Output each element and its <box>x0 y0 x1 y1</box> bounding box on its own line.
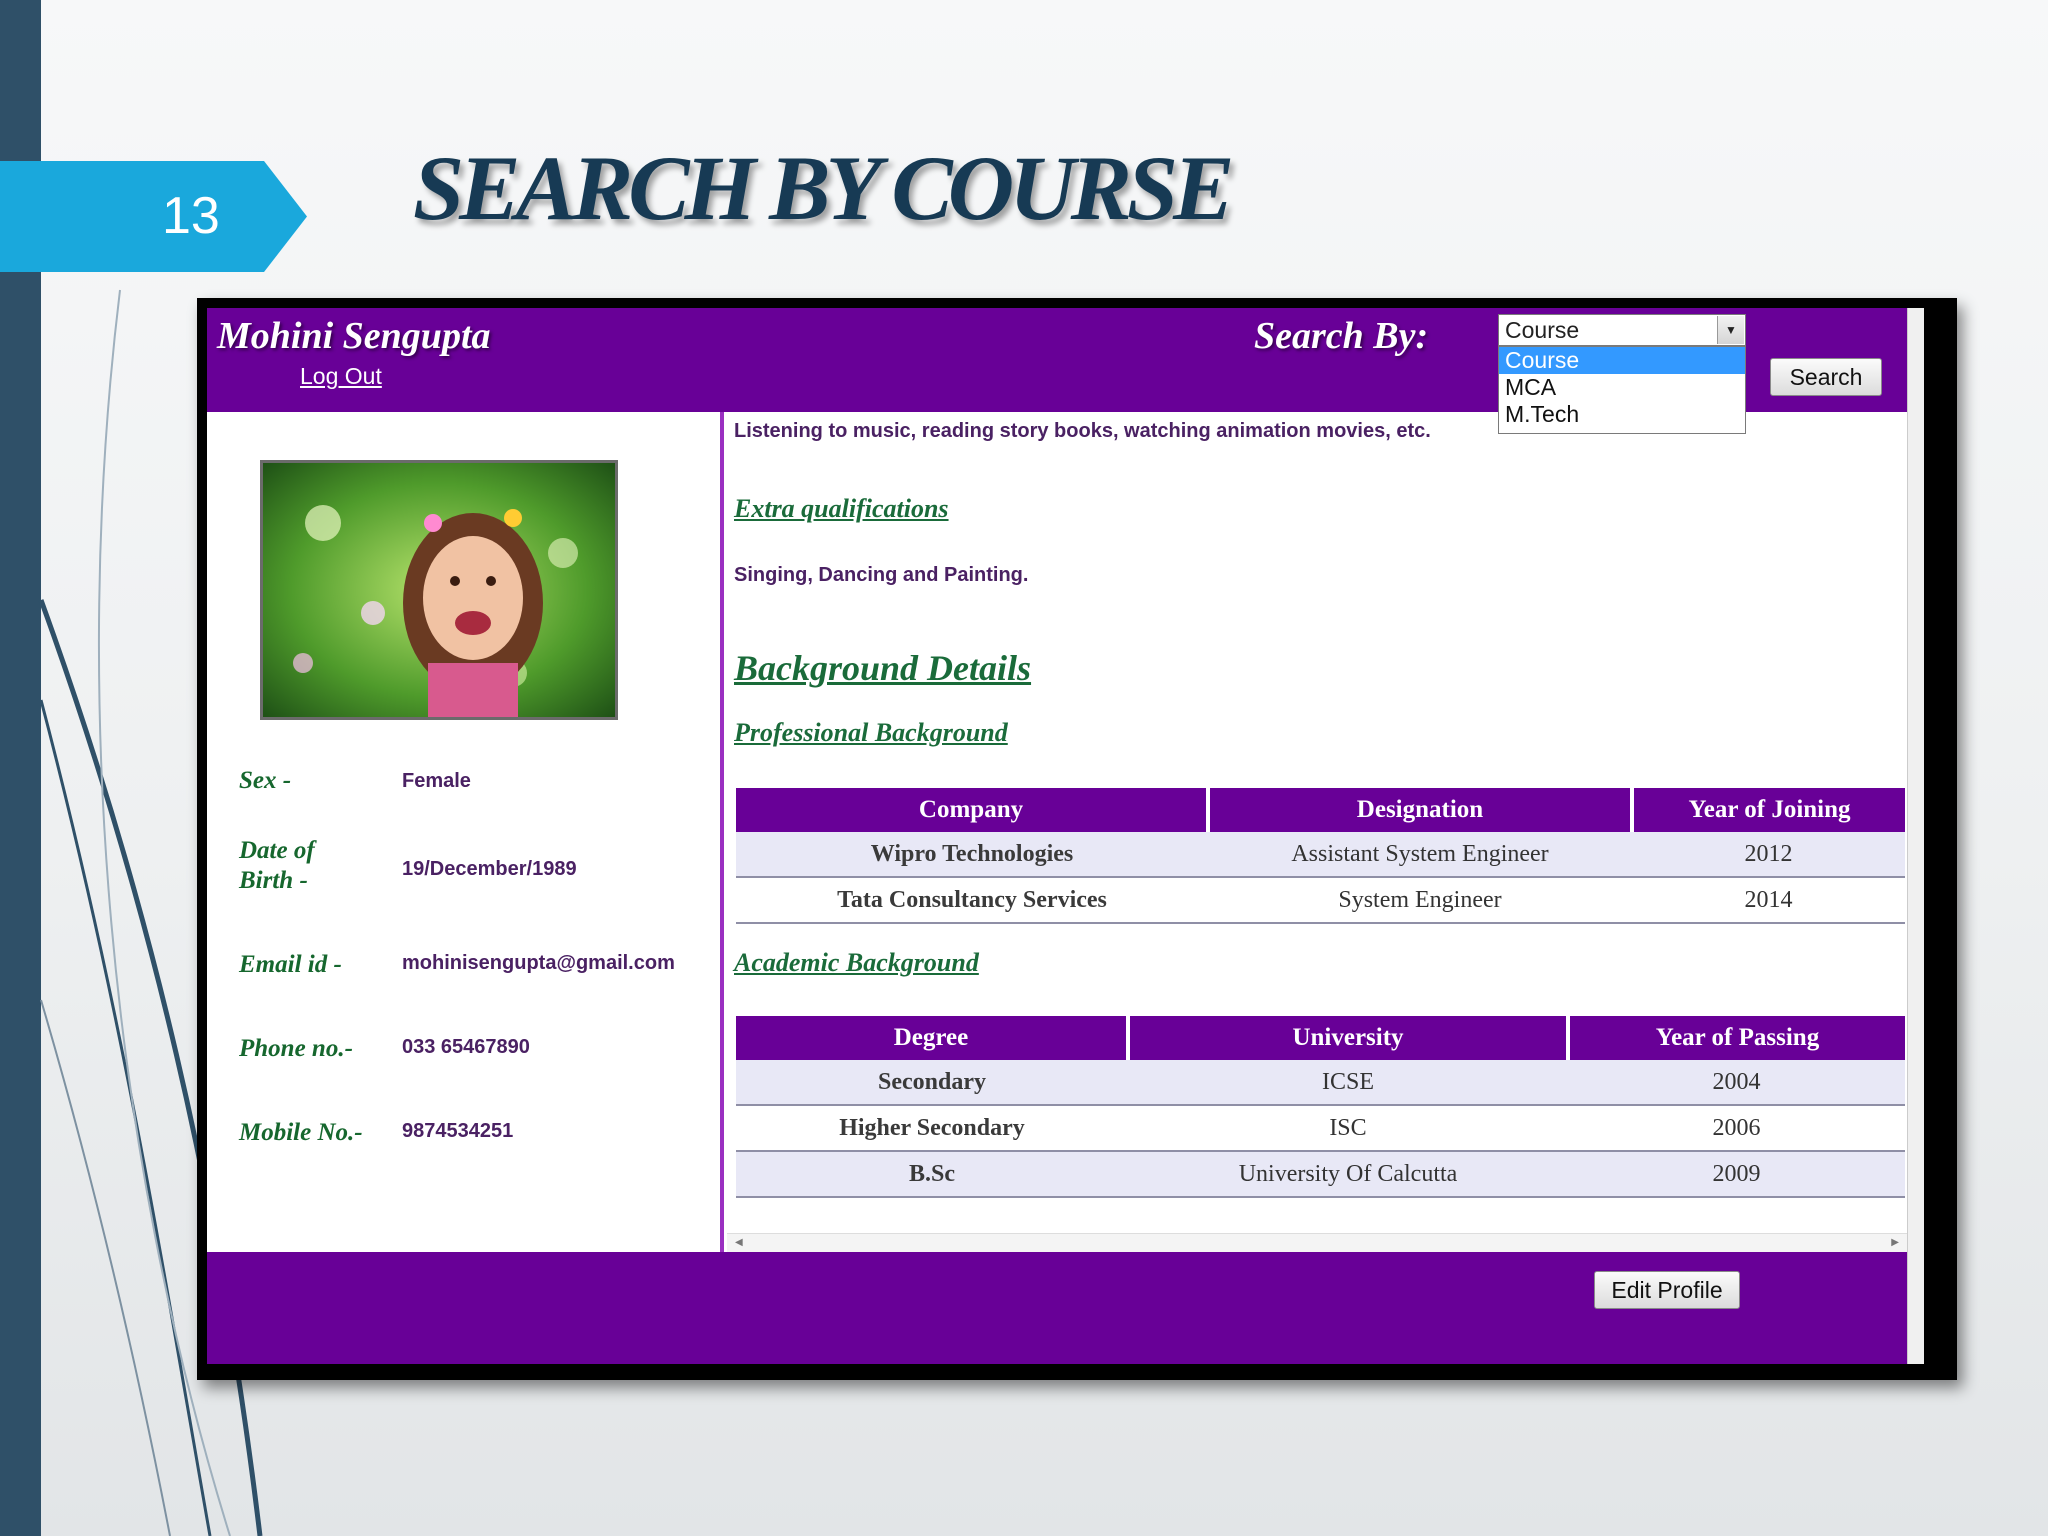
col-header-year-passing: Year of Passing <box>1566 1016 1905 1060</box>
select-option-course[interactable]: Course <box>1499 347 1745 374</box>
slide-title: SEARCH BY COURSE <box>413 137 1234 239</box>
select-value: Course <box>1505 317 1580 343</box>
table-row: Tata Consultancy Services System Enginee… <box>736 877 1905 924</box>
select-option-mtech[interactable]: M.Tech <box>1499 401 1745 428</box>
scroll-left-icon[interactable]: ◀ <box>735 1237 743 1248</box>
table-row: B.Sc University Of Calcutta 2009 <box>736 1151 1905 1198</box>
page-scrollbar[interactable] <box>1907 308 1924 1364</box>
dob-label-line1: Date of <box>239 837 315 864</box>
user-name: Mohini Sengupta <box>217 315 491 357</box>
professional-table: Company Designation Year of Joining Wipr… <box>736 788 1905 924</box>
search-course-select[interactable]: Course ▼ <box>1498 314 1746 346</box>
search-button[interactable]: Search <box>1770 358 1882 396</box>
footer-bar: Edit Profile <box>207 1252 1907 1364</box>
scroll-right-icon[interactable]: ▶ <box>1891 1237 1899 1248</box>
col-header-degree: Degree <box>736 1016 1128 1060</box>
logout-link[interactable]: Log Out <box>300 363 382 390</box>
mobile-value: 9874534251 <box>402 1120 514 1142</box>
table-cell: Secondary <box>736 1060 1128 1106</box>
app-window: Mohini Sengupta Log Out Search By: Cours… <box>207 308 1924 1364</box>
table-cell: Assistant System Engineer <box>1208 832 1632 878</box>
profile-sidebar: Sex - Female Date of Birth - 19/December… <box>207 412 724 1252</box>
table-cell: 2004 <box>1568 1060 1905 1106</box>
table-cell: 2009 <box>1568 1151 1905 1198</box>
sex-value: Female <box>402 770 471 792</box>
select-option-mca[interactable]: MCA <box>1499 374 1745 401</box>
table-row: Secondary ICSE 2004 <box>736 1060 1905 1106</box>
profile-photo <box>260 460 618 720</box>
select-dropdown-list: Course MCA M.Tech <box>1498 346 1746 434</box>
edit-profile-button[interactable]: Edit Profile <box>1594 1271 1740 1309</box>
table-cell: ISC <box>1128 1105 1568 1152</box>
table-cell: ICSE <box>1128 1060 1568 1106</box>
table-header-row: Company Designation Year of Joining <box>736 788 1905 832</box>
col-header-company: Company <box>736 788 1208 832</box>
profile-details-panel: Listening to music, reading story books,… <box>727 412 1907 1252</box>
chevron-down-icon[interactable]: ▼ <box>1717 316 1744 344</box>
table-row: Higher Secondary ISC 2006 <box>736 1105 1905 1152</box>
email-label: Email id - <box>239 951 342 978</box>
dob-label-line2: Birth - <box>239 867 308 894</box>
col-header-year-joining: Year of Joining <box>1630 788 1905 832</box>
phone-label: Phone no.- <box>239 1035 353 1062</box>
phone-value: 033 65467890 <box>402 1036 530 1058</box>
table-cell: 2014 <box>1632 877 1905 924</box>
col-header-designation: Designation <box>1206 788 1632 832</box>
table-cell: B.Sc <box>736 1151 1128 1198</box>
col-header-university: University <box>1126 1016 1568 1060</box>
extra-qualifications-heading: Extra qualifications <box>734 494 949 523</box>
academic-background-heading: Academic Background <box>734 948 979 977</box>
background-details-heading: Background Details <box>734 648 1032 688</box>
dob-value: 19/December/1989 <box>402 858 577 880</box>
academic-table: Degree University Year of Passing Second… <box>736 1016 1905 1198</box>
slide-number-badge: 13 <box>0 161 307 272</box>
table-cell: Wipro Technologies <box>736 832 1208 878</box>
email-value: mohinisengupta@gmail.com <box>402 952 675 974</box>
table-cell: Tata Consultancy Services <box>736 877 1208 924</box>
table-row: Wipro Technologies Assistant System Engi… <box>736 832 1905 878</box>
professional-background-heading: Professional Background <box>734 718 1008 747</box>
content-horizontal-scrollbar[interactable]: ◀ ▶ <box>727 1233 1907 1253</box>
table-cell: 2006 <box>1568 1105 1905 1152</box>
mobile-label: Mobile No.- <box>239 1119 363 1146</box>
search-by-label: Search By: <box>1254 315 1429 357</box>
table-cell: Higher Secondary <box>736 1105 1128 1152</box>
profile-photo-image <box>263 463 615 717</box>
table-cell: System Engineer <box>1208 877 1632 924</box>
table-cell: 2012 <box>1632 832 1905 878</box>
extra-qualifications-text: Singing, Dancing and Painting. <box>734 564 1029 586</box>
table-header-row: Degree University Year of Passing <box>736 1016 1905 1060</box>
sex-label: Sex - <box>239 767 292 794</box>
table-cell: University Of Calcutta <box>1128 1151 1568 1198</box>
app-screenshot-frame: Mohini Sengupta Log Out Search By: Cours… <box>197 298 1957 1380</box>
hobbies-text: Listening to music, reading story books,… <box>734 420 1431 442</box>
